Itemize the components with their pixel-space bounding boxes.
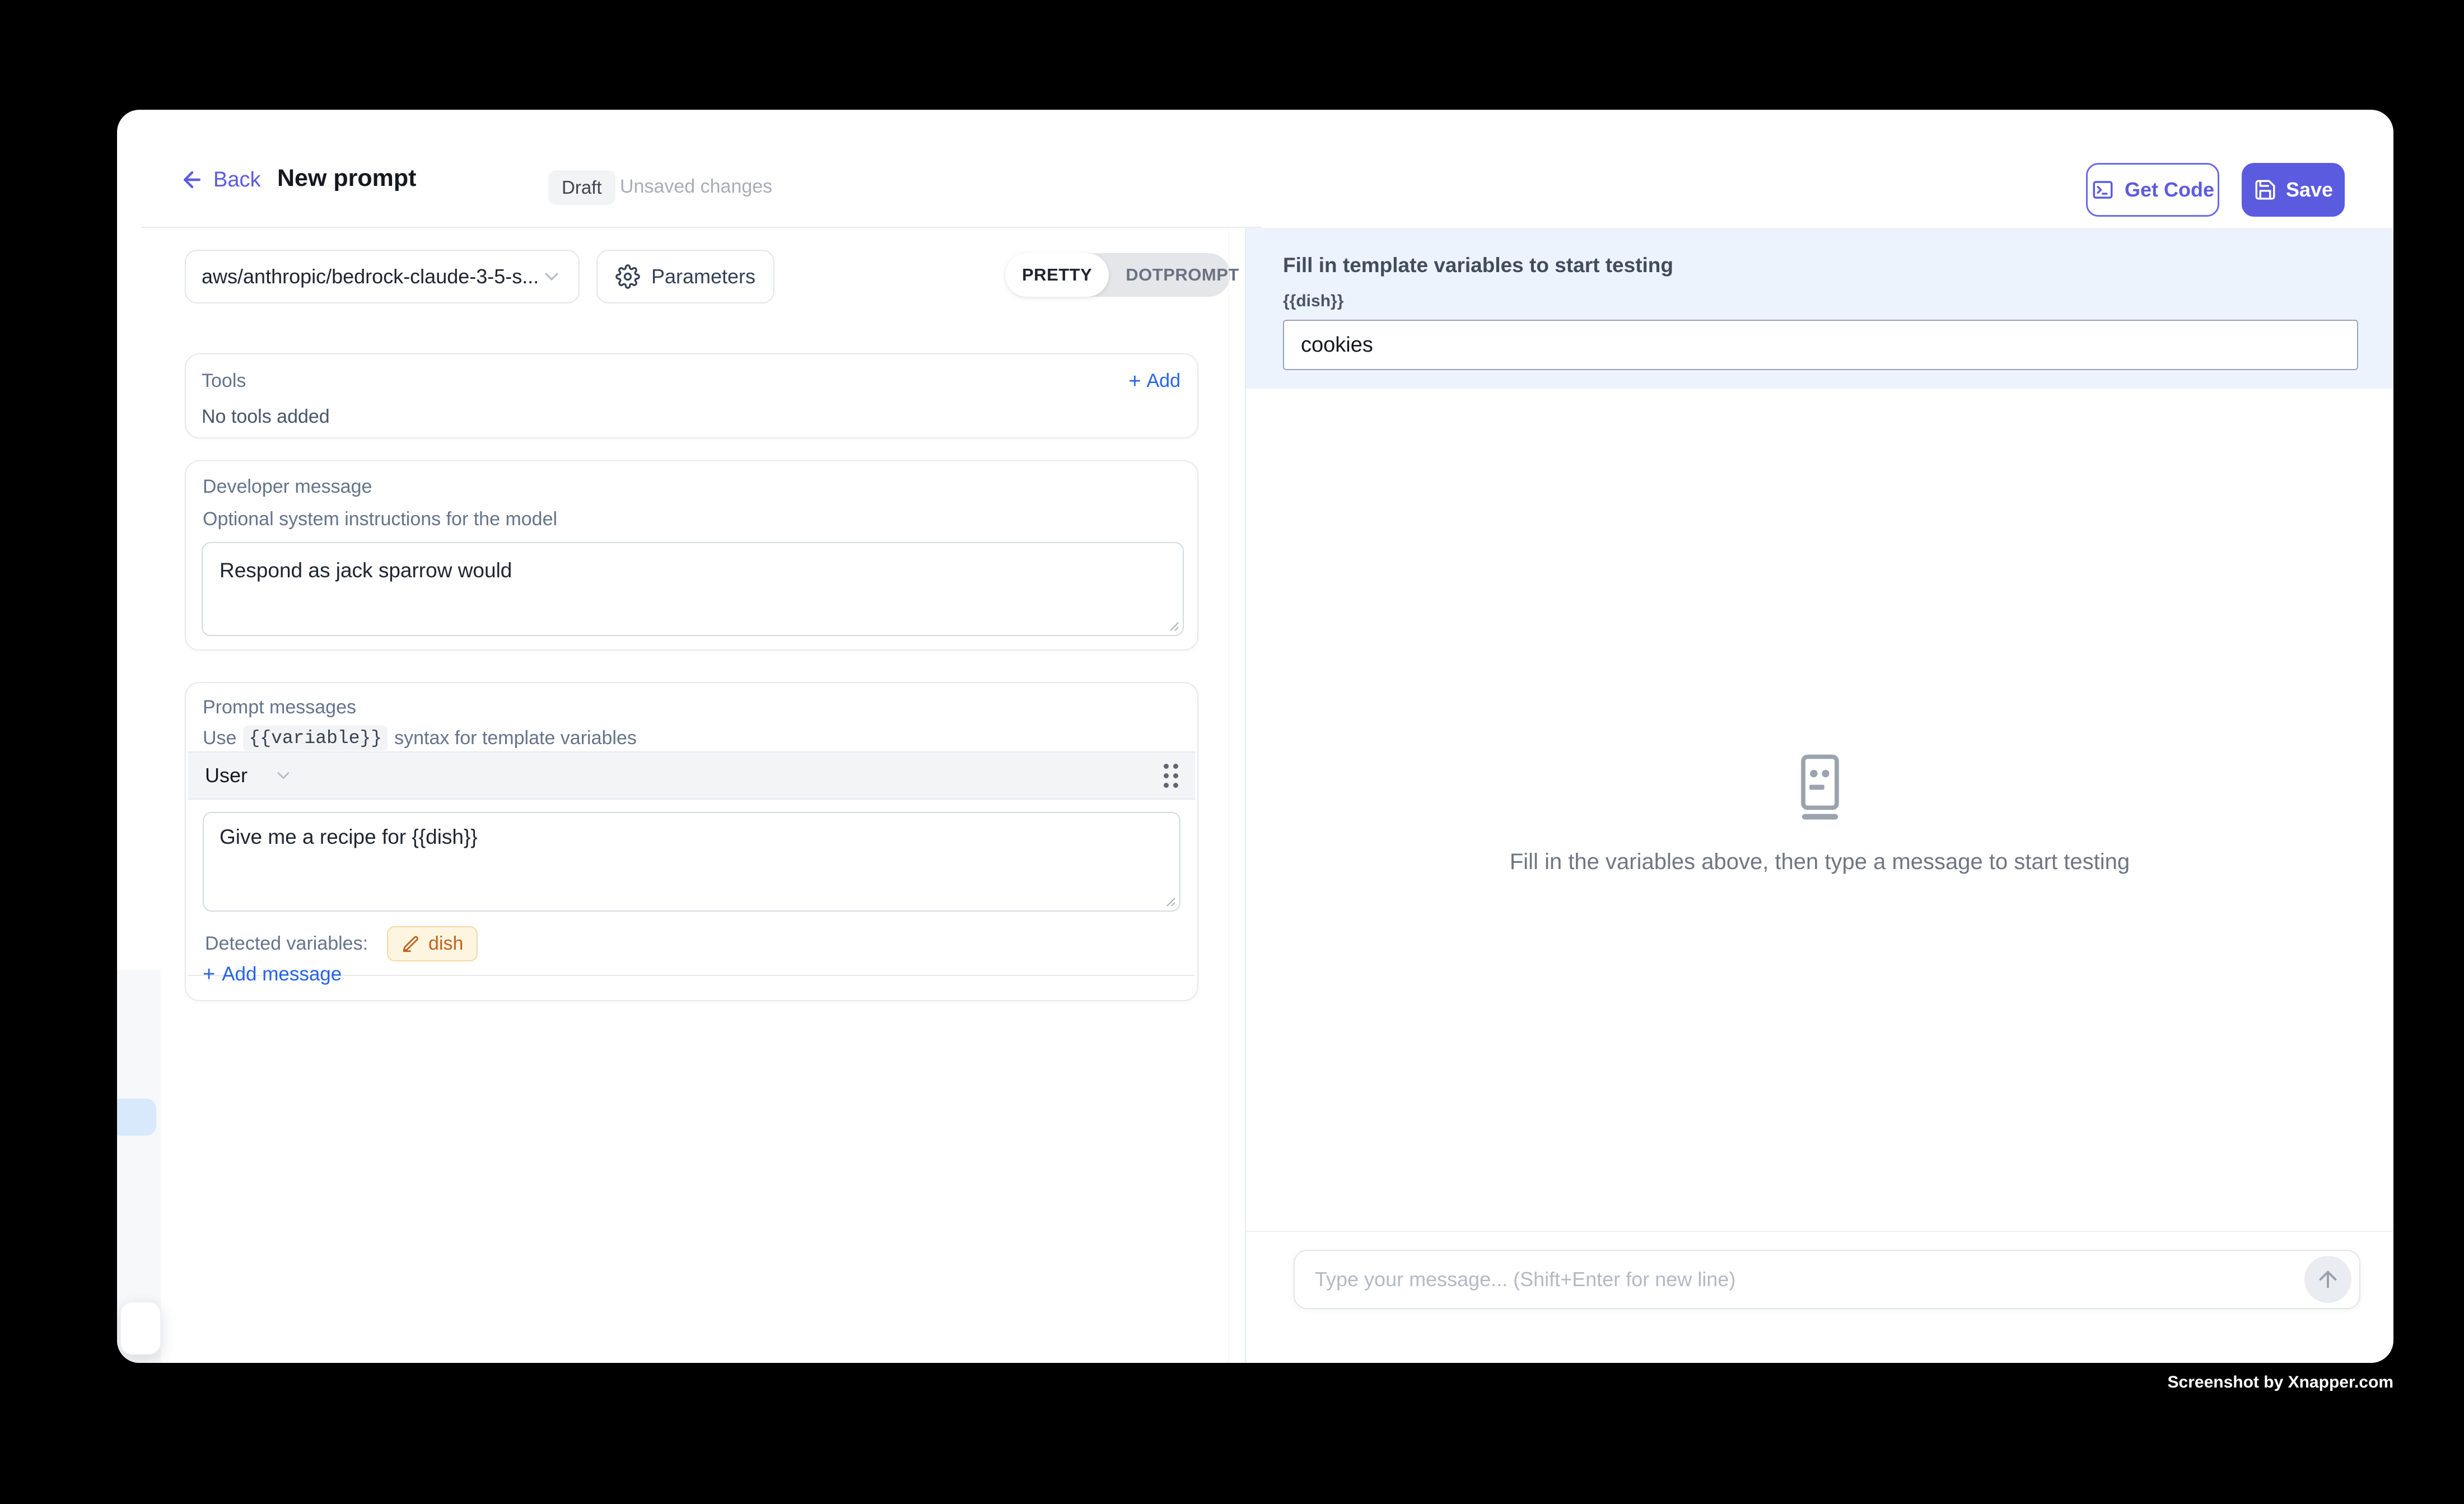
toggle-dotprompt[interactable]: DOTPROMPT: [1109, 253, 1256, 297]
detected-variables-label: Detected variables:: [205, 933, 368, 955]
add-tool-button[interactable]: + Add: [1128, 370, 1180, 392]
chevron-down-icon: [540, 265, 563, 288]
tester-variable-label: {{dish}}: [1283, 292, 1343, 311]
scrollbar-gutter: [1228, 230, 1229, 1363]
resize-grip-icon[interactable]: [1161, 893, 1176, 907]
hint-prefix: Use: [203, 727, 236, 749]
header: Back New prompt Draft Unsaved changes Ge…: [117, 110, 2393, 228]
add-message-label: Add message: [222, 963, 342, 985]
role-value: User: [205, 764, 248, 787]
chat-input-placeholder: Type your message... (Shift+Enter for ne…: [1315, 1268, 2304, 1291]
arrow-up-icon: [2315, 1267, 2341, 1292]
developer-message-description: Optional system instructions for the mod…: [203, 508, 557, 530]
tester-empty-text: Fill in the variables above, then type a…: [1246, 849, 2393, 875]
chevron-down-icon: [273, 765, 293, 786]
send-message-button[interactable]: [2304, 1256, 2351, 1303]
plus-icon: +: [203, 964, 215, 985]
hint-suffix: syntax for template variables: [394, 727, 637, 749]
prompt-messages-card: Prompt messages Use {{variable}} syntax …: [185, 682, 1198, 1001]
dish-variable-input[interactable]: cookies: [1283, 320, 2358, 370]
sidebar-popover: [120, 1301, 161, 1355]
dish-variable-value: cookies: [1301, 333, 1373, 357]
view-mode-toggle: PRETTY DOTPROMPT: [1005, 253, 1230, 297]
page-title: New prompt: [277, 165, 416, 192]
prompt-messages-label: Prompt messages: [203, 697, 356, 718]
tools-card: Tools + Add No tools added: [185, 353, 1198, 438]
robot-face-icon: [1789, 754, 1851, 822]
save-label: Save: [2286, 178, 2333, 202]
resize-grip-icon[interactable]: [1165, 617, 1179, 632]
developer-message-card: Developer message Optional system instru…: [185, 460, 1198, 651]
chat-message-input[interactable]: Type your message... (Shift+Enter for ne…: [1294, 1250, 2360, 1309]
developer-message-value: Respond as jack sparrow would: [220, 559, 512, 582]
parameters-label: Parameters: [651, 265, 755, 288]
detected-variables-row: Detected variables: dish: [203, 912, 1180, 975]
arrow-left-icon: [180, 167, 204, 192]
variable-syntax-code: {{variable}}: [243, 726, 388, 751]
model-selector[interactable]: aws/anthropic/bedrock-claude-3-5-s...: [185, 250, 580, 303]
get-code-label: Get Code: [2125, 178, 2214, 202]
variable-chip-dish[interactable]: dish: [387, 926, 478, 961]
tools-label: Tools: [202, 370, 246, 392]
tester-empty-state: Fill in the variables above, then type a…: [1246, 754, 2393, 875]
drag-handle-icon[interactable]: [1164, 764, 1178, 788]
save-icon: [2253, 178, 2277, 202]
message-block: User Give me a recipe for {{dish}} Detec…: [188, 751, 1195, 976]
message-textarea[interactable]: Give me a recipe for {{dish}}: [203, 812, 1180, 912]
tester-variables-panel: Fill in template variables to start test…: [1246, 228, 2393, 389]
developer-message-label: Developer message: [203, 476, 372, 498]
unsaved-changes-note: Unsaved changes: [620, 176, 772, 198]
message-body: Give me a recipe for {{dish}} Detected v…: [188, 800, 1195, 975]
app-window: Back New prompt Draft Unsaved changes Ge…: [117, 110, 2393, 1363]
tester-title: Fill in template variables to start test…: [1283, 254, 1673, 277]
role-select[interactable]: User: [205, 764, 293, 787]
plus-icon: +: [1128, 371, 1141, 392]
watermark-text: Screenshot by Xnapper.com: [2168, 1373, 2393, 1392]
tools-empty-text: No tools added: [202, 406, 330, 428]
pencil-icon: [402, 935, 421, 954]
message-role-header: User: [188, 753, 1195, 800]
back-button[interactable]: Back: [180, 167, 260, 192]
variable-syntax-hint: Use {{variable}} syntax for template var…: [203, 726, 637, 751]
sidebar-active-item[interactable]: [117, 1099, 156, 1136]
header-divider: [142, 227, 1262, 228]
add-tool-label: Add: [1147, 370, 1181, 392]
terminal-icon: [2091, 178, 2115, 202]
message-value: Give me a recipe for {{dish}}: [220, 825, 478, 848]
developer-message-textarea[interactable]: Respond as jack sparrow would: [202, 542, 1184, 636]
variable-chip-label: dish: [428, 933, 463, 955]
screenshot-stage: Back New prompt Draft Unsaved changes Ge…: [0, 0, 2464, 1504]
get-code-button[interactable]: Get Code: [2086, 163, 2219, 217]
parameters-button[interactable]: Parameters: [596, 250, 774, 303]
status-badge: Draft: [548, 170, 615, 205]
save-button[interactable]: Save: [2242, 163, 2345, 217]
toggle-pretty[interactable]: PRETTY: [1005, 253, 1109, 297]
gear-icon: [615, 264, 640, 289]
chat-bar-divider: [1246, 1231, 2393, 1232]
back-label: Back: [213, 168, 260, 192]
add-message-button[interactable]: + Add message: [203, 963, 342, 985]
model-selector-value: aws/anthropic/bedrock-claude-3-5-s...: [202, 265, 539, 288]
